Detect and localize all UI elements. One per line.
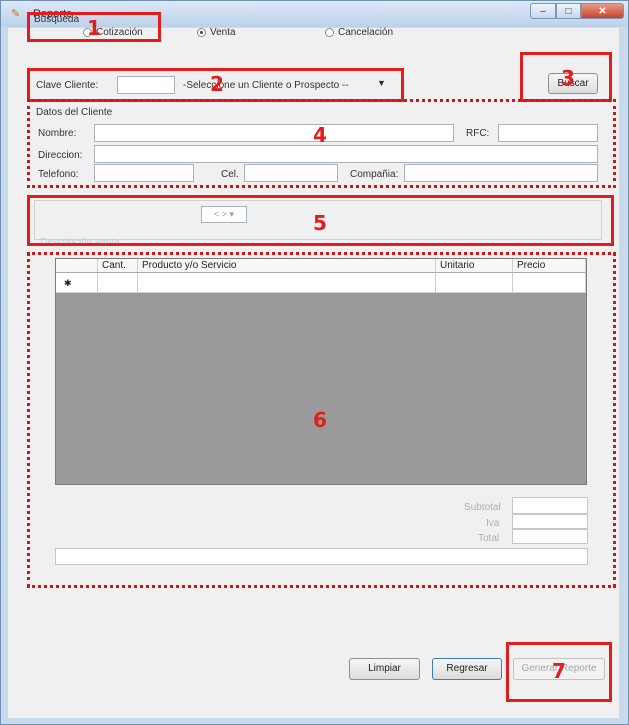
annotation-number-2: 2 bbox=[210, 72, 224, 96]
maximize-icon[interactable]: □ bbox=[556, 3, 581, 19]
annotation-number-7: 7 bbox=[552, 659, 566, 683]
radio-venta-label: Venta bbox=[210, 27, 236, 38]
close-icon[interactable]: ✕ bbox=[581, 3, 624, 19]
annotation-number-3: 3 bbox=[561, 66, 575, 90]
report-icon: ✎ bbox=[11, 8, 21, 20]
radio-venta[interactable] bbox=[197, 28, 206, 37]
radio-cancelacion-label: Cancelación bbox=[338, 27, 394, 38]
limpiar-button[interactable]: Limpiar bbox=[349, 658, 420, 680]
annotation-number-5: 5 bbox=[313, 211, 327, 235]
annotation-number-4: 4 bbox=[313, 123, 327, 147]
radio-cancelacion[interactable] bbox=[325, 28, 334, 37]
annotation-number-6: 6 bbox=[313, 408, 327, 432]
minimize-icon[interactable]: – bbox=[530, 3, 556, 19]
annotation-number-1: 1 bbox=[87, 16, 101, 40]
regresar-button[interactable]: Regresar bbox=[432, 658, 502, 680]
window-controls: – □ ✕ bbox=[530, 3, 624, 21]
